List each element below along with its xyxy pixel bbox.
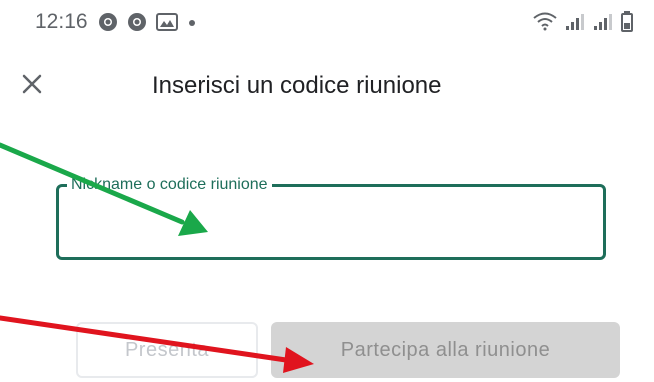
status-time: 12:16 <box>35 10 88 33</box>
field-label: Nickname o codice riunione <box>67 175 272 195</box>
chrome-icon <box>128 13 146 31</box>
meeting-code-input[interactable] <box>71 209 595 247</box>
join-meeting-button[interactable]: Partecipa alla riunione <box>271 322 620 378</box>
status-bar: 12:16 <box>0 0 654 44</box>
meeting-code-field[interactable]: Nickname o codice riunione <box>56 175 606 260</box>
dot-icon <box>189 20 195 26</box>
close-icon <box>22 74 42 94</box>
page-title: Inserisci un codice riunione <box>152 72 442 99</box>
signal-icon <box>566 14 584 30</box>
close-button[interactable] <box>16 68 48 100</box>
dialog-header: Inserisci un codice riunione <box>0 60 654 110</box>
notification-icons <box>98 12 197 32</box>
gallery-icon <box>156 13 178 31</box>
wifi-icon <box>533 12 557 31</box>
system-icons <box>532 10 634 32</box>
signal-icon <box>594 14 612 30</box>
battery-icon <box>621 11 633 32</box>
present-button[interactable]: Presenta <box>76 322 258 378</box>
chrome-icon <box>99 13 117 31</box>
